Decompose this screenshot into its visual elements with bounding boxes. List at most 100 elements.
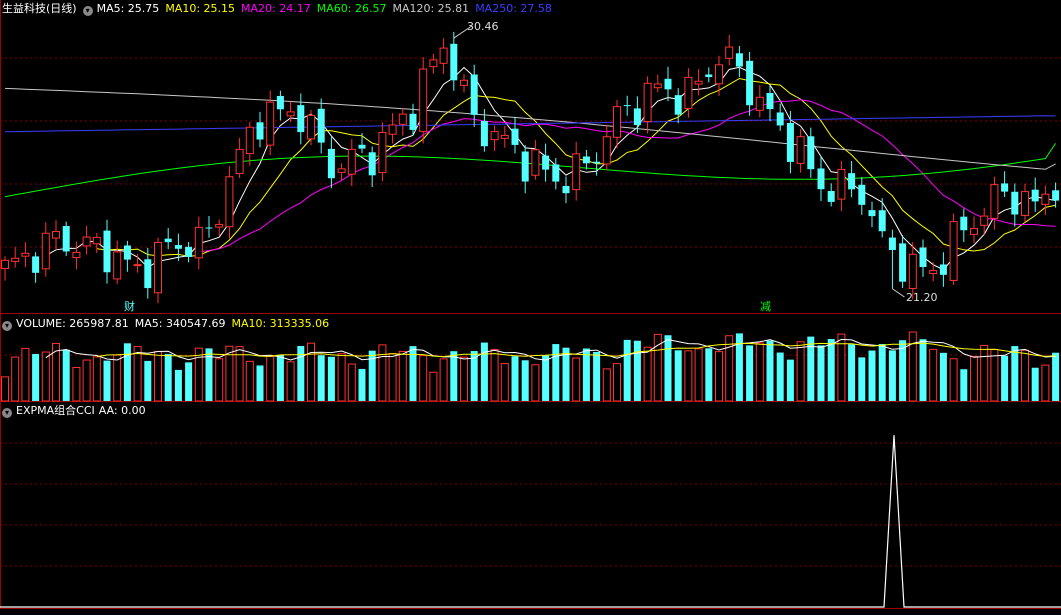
- volume-bar: [174, 369, 182, 401]
- volume-bar: [970, 355, 978, 402]
- candle-body: [1011, 191, 1019, 215]
- candle-body: [776, 112, 784, 126]
- legend-ma10: MA10: 25.15: [165, 2, 236, 15]
- candle-body: [542, 155, 550, 170]
- candle-body: [450, 43, 458, 81]
- candle-body: [266, 101, 275, 146]
- volume-bar: [684, 350, 693, 402]
- volume-bar: [1001, 355, 1009, 401]
- candle-body: [1, 259, 9, 269]
- volume-bar: [317, 355, 325, 401]
- volume-bar: [766, 340, 774, 401]
- candle-body: [705, 74, 713, 78]
- volume-bar: [144, 360, 152, 401]
- volume-bar: [990, 348, 999, 402]
- candle-body: [572, 153, 581, 191]
- candle-body: [562, 185, 570, 194]
- volume-bar: [194, 347, 203, 402]
- candle-body: [531, 149, 540, 176]
- volume-bar: [1031, 367, 1039, 401]
- candle-body: [613, 106, 621, 138]
- settings-circle-icon[interactable]: ▾: [2, 321, 12, 331]
- volume-bar: [562, 347, 570, 401]
- volume-bar: [1021, 349, 1029, 402]
- candle-body: [858, 184, 866, 205]
- volume-bar: [878, 344, 886, 401]
- legend-aa: AA: 0.00: [98, 404, 146, 417]
- high-price-label: 30.46: [467, 20, 499, 33]
- volume-bar: [450, 351, 458, 401]
- volume-bar: [347, 363, 356, 402]
- volume-bar: [286, 361, 295, 402]
- candle-body: [113, 251, 122, 280]
- candle-body: [62, 225, 70, 252]
- volume-bar: [164, 354, 172, 401]
- volume-bar: [939, 352, 947, 401]
- volume-bar: [531, 364, 540, 402]
- volume-bar: [755, 342, 764, 402]
- volume-bar: [72, 367, 81, 402]
- volume-bar: [92, 356, 101, 402]
- legend-ma250: MA250: 27.58: [475, 2, 552, 15]
- legend-ma60: MA60: 26.57: [316, 2, 387, 15]
- volume-bar: [949, 358, 958, 402]
- candle-body: [409, 113, 417, 130]
- settings-circle-icon[interactable]: ▾: [82, 6, 93, 16]
- volume-bar: [848, 344, 856, 401]
- candle-body: [297, 105, 305, 133]
- candle-body: [633, 108, 641, 126]
- volume-bar: [786, 359, 794, 401]
- volume-bar: [817, 345, 825, 401]
- candle-body: [480, 121, 488, 147]
- volume-bar: [378, 344, 387, 402]
- candle-body: [133, 264, 142, 267]
- volume-bar: [11, 356, 20, 402]
- chart-canvas[interactable]: [0, 0, 1061, 615]
- candle-body: [552, 164, 560, 182]
- candle-body: [92, 236, 101, 245]
- volume-bar: [398, 350, 407, 402]
- candle-body: [429, 59, 438, 68]
- volume-bar: [521, 360, 529, 401]
- candle-body: [103, 230, 111, 273]
- volume-bar: [460, 356, 468, 402]
- volume-bar: [41, 351, 50, 402]
- volume-bar: [103, 360, 111, 401]
- volume-bar: [358, 368, 366, 401]
- settings-circle-icon[interactable]: ▾: [2, 408, 12, 418]
- volume-bar: [1, 376, 9, 402]
- candle-body: [653, 83, 662, 89]
- candle-body: [123, 245, 131, 260]
- candle-body: [388, 124, 397, 135]
- candle-body: [72, 251, 81, 259]
- event-marker-reduction[interactable]: 减: [760, 298, 771, 314]
- candle-body: [827, 190, 835, 202]
- candle-body: [684, 76, 693, 109]
- candle-body: [970, 228, 978, 235]
- candle-body: [949, 221, 958, 281]
- candle-body: [286, 111, 295, 117]
- volume-bar: [613, 363, 621, 402]
- volume-bar: [746, 345, 754, 401]
- volume-bar: [256, 365, 264, 401]
- candle-body: [11, 257, 20, 262]
- candle-body: [490, 131, 499, 141]
- candle-body: [21, 252, 30, 257]
- candle-body: [1041, 193, 1050, 205]
- legend-vol-ma10: MA10: 313335.06: [231, 317, 330, 330]
- volume-bar: [858, 357, 866, 401]
- candle-body: [500, 134, 509, 139]
- candle-body: [225, 176, 234, 228]
- candlestick-group: [1, 31, 1060, 304]
- event-marker-financial[interactable]: 财: [124, 298, 135, 314]
- candle-body: [746, 60, 754, 106]
- candle-body: [980, 215, 989, 226]
- candle-body: [460, 79, 468, 86]
- candle-body: [878, 210, 886, 232]
- candle-body: [439, 47, 448, 64]
- candle-body: [817, 168, 825, 190]
- main-legend: 生益科技(日线) ▾ MA5: 25.75 MA10: 25.15 MA20: 24.1…: [2, 2, 558, 16]
- candle-body: [235, 148, 244, 175]
- legend-vol-ma5: MA5: 340547.69: [134, 317, 226, 330]
- indicator-legend: ▾ EXPMA组合CCI AA: 0.00: [2, 404, 152, 418]
